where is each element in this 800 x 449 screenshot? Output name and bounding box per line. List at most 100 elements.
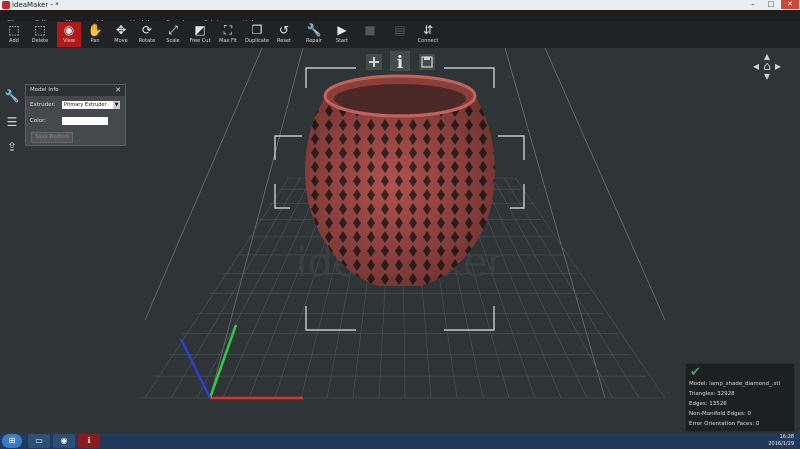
start-button[interactable]: ▶ Start — [330, 22, 354, 47]
toolbar-label: Pan — [90, 38, 100, 44]
max-fit-button[interactable]: ⛶ Max Fit — [216, 22, 240, 47]
y-axis — [208, 324, 238, 399]
stats-error-faces: Error Orientation Faces: 0 — [689, 421, 760, 427]
view-button[interactable]: ◉ View — [57, 22, 81, 47]
repair-button[interactable]: 🔧 Repair — [302, 22, 326, 47]
toolbar-label: Free Cut — [189, 38, 211, 44]
toolbar-label: Move — [114, 38, 128, 44]
scale-icon: ⤢ — [168, 23, 178, 37]
grid-line — [503, 177, 640, 399]
delete-button[interactable]: ⬚ Delete — [28, 22, 52, 47]
chrome-icon[interactable]: ◉ — [53, 434, 75, 448]
toolbar-label: View — [63, 38, 75, 44]
save-icon[interactable] — [419, 54, 435, 70]
move-icon: ✥ — [115, 23, 127, 37]
arrow-down-icon[interactable]: ▾ — [759, 68, 775, 84]
move-button[interactable]: ✥ Move — [109, 22, 133, 47]
chevron-down-icon[interactable]: ▼ — [113, 101, 120, 109]
toolbar-label: Add — [9, 38, 19, 44]
add-icon: ⬚ — [8, 23, 20, 37]
grid-line — [144, 177, 290, 399]
grid-line — [222, 177, 324, 399]
play-icon: ▶ — [337, 23, 347, 37]
pan-button[interactable]: ✋ Pan — [83, 22, 107, 47]
grid-line — [481, 177, 588, 399]
color-label: Color: — [30, 118, 47, 124]
max-fit-icon: ⛶ — [223, 23, 233, 37]
toolbar-label: Delete — [31, 38, 49, 44]
eye-icon: ◉ — [63, 23, 75, 37]
stop-icon: ■ — [364, 23, 376, 37]
stats-model: Model: lamp_shade_diamond_.stl — [689, 381, 781, 387]
connect-icon: ⇵ — [422, 23, 434, 37]
toolbar-label: Repair — [305, 38, 322, 44]
ideamaker-icon[interactable]: ℹ — [78, 434, 100, 448]
toolbar-label: Scale — [166, 38, 180, 44]
duplicate-icon: ❐ — [251, 23, 263, 37]
toolbar-label: Start — [335, 38, 349, 44]
stats-edges: Edges: 13526 — [689, 401, 727, 407]
wrench-icon: 🔧 — [306, 23, 322, 37]
extruder-select[interactable]: Primary Extruder ▼ — [62, 101, 120, 109]
close-button[interactable]: ✕ — [781, 0, 799, 9]
save-position-button[interactable]: Save Position — [31, 132, 73, 143]
cut-icon: ◩ — [194, 23, 206, 37]
printer-icon: ▤ — [394, 23, 406, 37]
grid-line — [170, 177, 301, 399]
hand-icon: ✋ — [87, 23, 103, 37]
reset-icon: ↺ — [278, 23, 290, 37]
system-tray: 16:28 2016/1/29 — [738, 433, 798, 449]
app-icon — [2, 1, 10, 9]
rotate-icon: ⟳ — [141, 23, 153, 37]
toolbar-label: Max Fit — [219, 38, 237, 44]
color-swatch[interactable] — [62, 117, 108, 125]
axis-gizmo — [179, 324, 303, 400]
stats-triangles: Triangles: 32928 — [689, 391, 735, 397]
export-icon[interactable]: ⇪ — [4, 139, 20, 155]
toolbar-label: Duplicate — [245, 38, 269, 44]
clock-date: 2016/1/29 — [768, 441, 794, 447]
scale-button[interactable]: ⤢ Scale — [161, 22, 185, 47]
menu-bar: File Edit Slice View Model Repair Printe… — [0, 10, 800, 27]
grid-line — [515, 177, 666, 399]
model-info-panel: Model Info ✕ Extruder: Primary Extruder … — [25, 84, 126, 146]
grid-line — [492, 177, 614, 399]
clock-time: 16:28 — [779, 434, 794, 440]
info-icon[interactable]: i — [390, 51, 410, 73]
duplicate-button[interactable]: ❐ Duplicate — [245, 22, 269, 47]
list-icon[interactable]: ☰ — [4, 114, 20, 130]
add-button[interactable]: ⬚ Add — [2, 22, 26, 47]
wrench-icon[interactable]: 🔧 — [4, 88, 20, 104]
check-icon: ✔ — [690, 365, 701, 380]
window-title: ideaMaker - * — [12, 1, 59, 9]
svg-text:i: i — [397, 53, 404, 73]
model-info-title: Model Info — [30, 87, 59, 93]
free-cut-button[interactable]: ◩ Free Cut — [188, 22, 212, 47]
extruder-label: Extruder: — [30, 102, 56, 108]
folder-icon[interactable]: ▭ — [28, 434, 50, 448]
reset-button[interactable]: ↺ Reset — [272, 22, 296, 47]
toolbar: ⬚ Add ⬚ Delete ◉ View ✋ Pan ✥ Move ⟳ Rotate ⤢ Scale ◩ F… — [0, 21, 800, 49]
model-stats-panel: ✔ Model: lamp_shade_diamond_.stl Triangl… — [685, 363, 795, 432]
stop-button[interactable]: ■ — [358, 22, 382, 47]
model-action-icons: i — [366, 51, 435, 73]
viewport-3d[interactable]: ideaMaker i — [0, 48, 800, 433]
rotate-button[interactable]: ⟳ Rotate — [135, 22, 159, 47]
minimize-button[interactable]: – — [744, 0, 762, 9]
plus-icon[interactable] — [366, 54, 382, 70]
connect-button[interactable]: ⇵ Connect — [416, 22, 440, 47]
windows-start-icon[interactable]: ⊞ — [2, 434, 22, 448]
toolbar-label: Reset — [277, 38, 291, 44]
grid-line — [196, 177, 312, 399]
extruder-value: Primary Extruder — [64, 102, 107, 108]
model-info-header: Model Info ✕ — [26, 85, 125, 96]
stats-non-manifold: Non-Manifold Edges: 0 — [689, 411, 751, 417]
toolbar-label: Rotate — [138, 38, 156, 44]
close-icon[interactable]: ✕ — [115, 85, 121, 96]
taskbar: ⊞ ▭ ◉ ℹ 16:28 2016/1/29 — [0, 433, 800, 449]
toolbar-label: Connect — [417, 38, 439, 44]
z-axis — [179, 338, 212, 399]
printer-button[interactable]: ▤ — [388, 22, 412, 47]
delete-icon: ⬚ — [34, 23, 46, 37]
maximize-button[interactable]: □ — [762, 0, 780, 9]
